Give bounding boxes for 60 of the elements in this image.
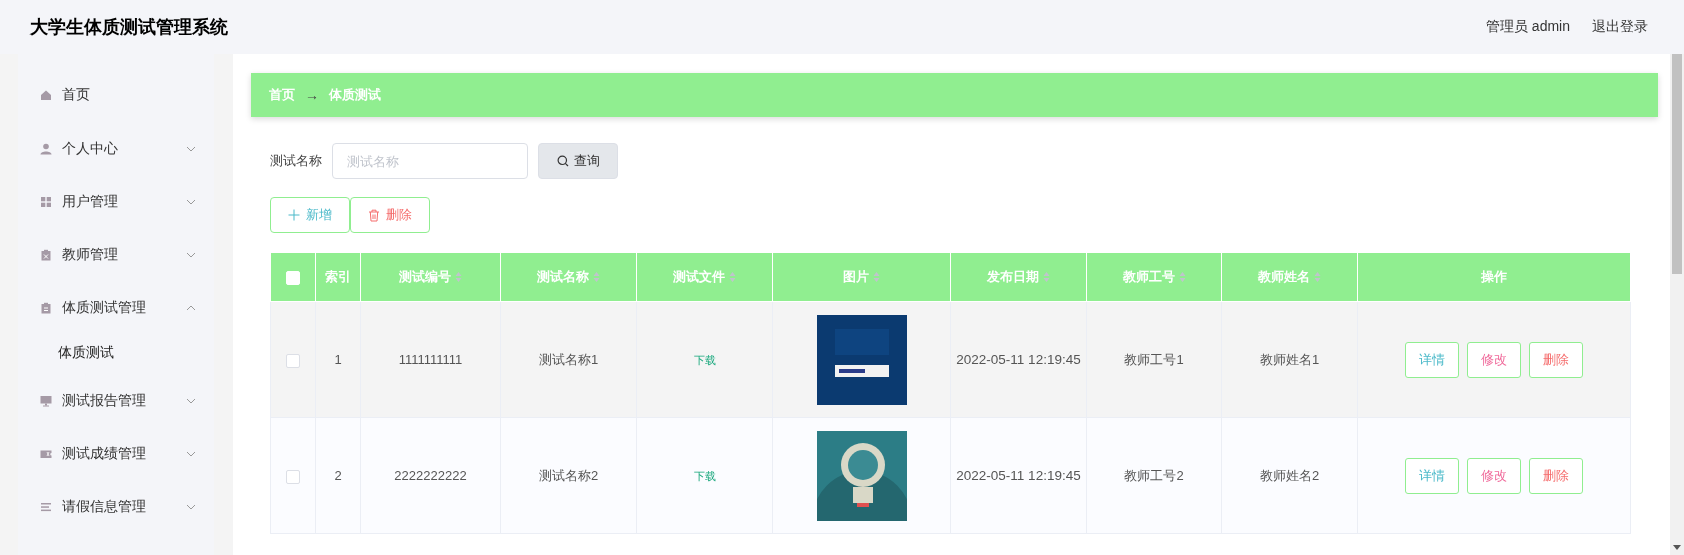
row-checkbox[interactable]	[286, 469, 300, 484]
monitor-icon	[40, 394, 52, 407]
sort-icon	[729, 271, 736, 283]
submenu-item[interactable]: 体质测试	[18, 334, 214, 370]
download-link[interactable]: 下载	[693, 354, 716, 366]
grid-icon	[40, 195, 52, 208]
search-label: 测试名称	[270, 152, 322, 170]
table-cell: 2022-05-11 12:19:45	[956, 467, 1081, 483]
table-cell: 教师工号1	[1124, 351, 1184, 367]
table-cell: 教师姓名1	[1259, 351, 1320, 367]
clipboard-icon	[40, 301, 52, 314]
person-icon	[40, 142, 52, 155]
sort-icon	[1314, 271, 1321, 283]
detail-button[interactable]: 详情	[1405, 457, 1459, 494]
menu-item[interactable]: 测试成绩管理	[18, 427, 214, 480]
table-cell: 教师姓名2	[1259, 467, 1320, 483]
menu-item[interactable]: 个人中心	[18, 122, 214, 175]
table-cell: 测试名称2	[538, 467, 599, 483]
home-icon	[40, 89, 52, 101]
list-icon	[40, 500, 52, 513]
menu-item[interactable]: 测试报告管理	[18, 374, 214, 427]
edit-button[interactable]: 修改	[1467, 457, 1521, 494]
table-cell: 2022-05-11 12:19:45	[956, 351, 1081, 367]
app-title: 大学生体质测试管理系统	[30, 16, 228, 39]
table-cell: 测试名称1	[538, 351, 599, 367]
menu-item[interactable]: 教师管理	[18, 228, 214, 281]
table-cell: 1	[334, 351, 342, 367]
scroll-down-icon[interactable]	[1673, 545, 1681, 551]
table-cell: 2	[334, 467, 342, 483]
detail-button[interactable]: 详情	[1405, 341, 1459, 378]
menu-item[interactable]: 用户管理	[18, 175, 214, 228]
trash-icon	[368, 208, 380, 222]
scrollbar[interactable]	[1670, 54, 1684, 555]
table-cell: 2222222222	[394, 467, 467, 483]
select-all-checkbox[interactable]	[286, 271, 300, 286]
menu-item[interactable]: 首页	[18, 68, 214, 122]
sort-icon	[1043, 271, 1050, 283]
user-name: 管理员 admin	[1485, 18, 1570, 36]
menu-item[interactable]: 请假信息管理	[18, 480, 214, 533]
sort-icon	[455, 271, 462, 283]
search-button[interactable]: 查询	[538, 143, 618, 179]
row-checkbox[interactable]	[286, 353, 300, 368]
search-field[interactable]: 测试名称	[332, 143, 528, 179]
sort-icon	[593, 271, 600, 283]
delete-button[interactable]: 删除	[350, 197, 430, 233]
plus-icon	[288, 209, 300, 221]
logout-link[interactable]: 退出登录	[1592, 18, 1648, 36]
download-link[interactable]: 下载	[693, 470, 716, 482]
search-icon	[556, 155, 569, 167]
delete-button[interactable]: 删除	[1529, 341, 1583, 378]
menu-item[interactable]: 体质测试管理	[18, 281, 214, 334]
table-cell: 教师工号2	[1124, 467, 1184, 483]
add-button[interactable]: 新增	[270, 197, 350, 233]
delete-button[interactable]: 删除	[1529, 457, 1583, 494]
clipboard-icon	[40, 248, 52, 261]
sort-icon	[1178, 271, 1186, 283]
sort-icon	[873, 271, 880, 283]
table-cell: 1111111111	[398, 351, 463, 367]
arrow-separator: →	[305, 87, 319, 103]
edit-button[interactable]: 修改	[1467, 341, 1521, 378]
